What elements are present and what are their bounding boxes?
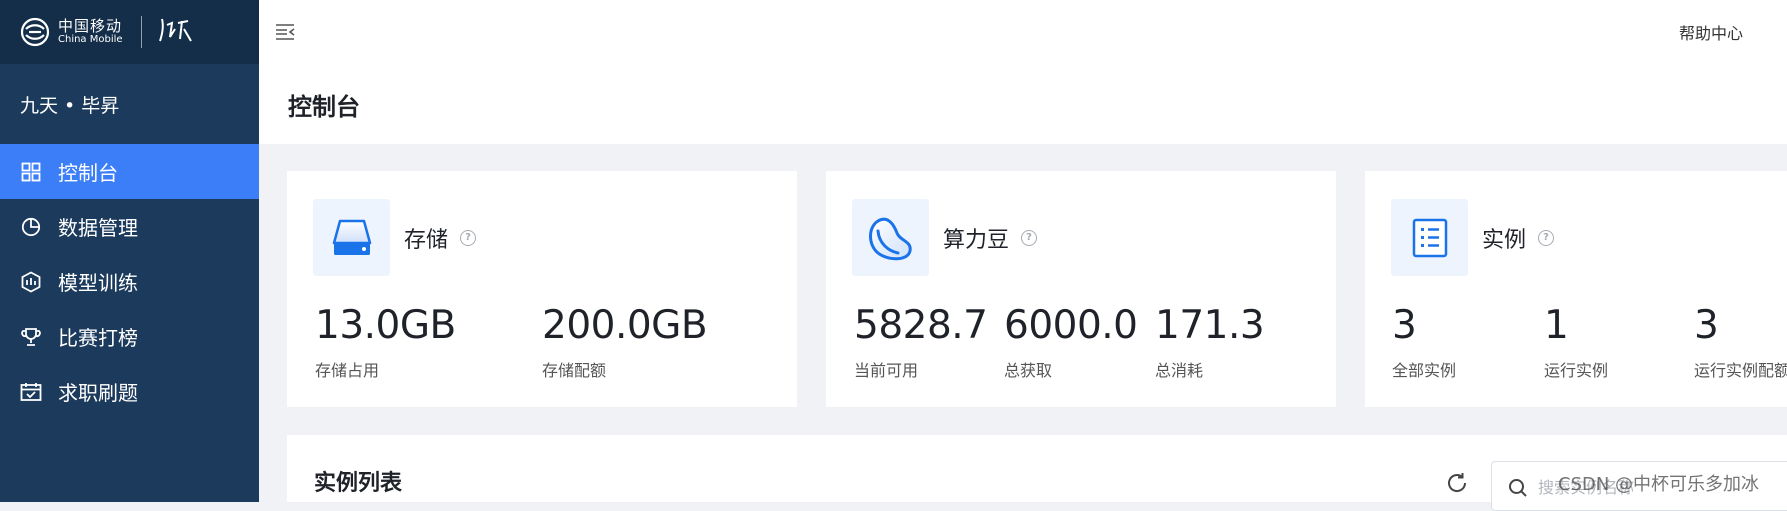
sidebar-item-label: 控制台 [58, 161, 118, 185]
top-header: 帮助中心 [259, 0, 1787, 64]
card-title: 算力豆 [943, 227, 1010, 253]
metric-label: 存储配额 [542, 361, 607, 380]
sidebar-item-label: 求职刷题 [58, 381, 138, 405]
model-hexagon-icon [20, 270, 42, 293]
menu-fold-icon [276, 24, 295, 40]
compute-bean-card: 算力豆 ? 5828.7 当前可用 6000.0 总获取 171.3 总消耗 [826, 171, 1336, 407]
metric-label: 运行实例 [1544, 361, 1609, 380]
storage-drive-icon [313, 199, 390, 276]
sidebar-item-console[interactable]: 控制台 [0, 144, 259, 199]
metric-value: 171.3 [1155, 303, 1265, 348]
question-mark-icon[interactable]: ? [1538, 229, 1555, 246]
sidebar-menu: 控制台 数据管理 模型训练 比赛打榜 求职刷题 [0, 144, 259, 419]
sidebar: 中国移动 China Mobile 九天 • 毕昇 控制台 数据管理 模型训练 … [0, 0, 259, 502]
storage-quota-metric: 200.0GB 存储配额 [542, 303, 708, 381]
china-mobile-emblem-icon [20, 17, 50, 47]
china-mobile-logo[interactable]: 中国移动 China Mobile [20, 17, 123, 47]
metric-value: 6000.0 [1004, 303, 1138, 348]
card-title: 存储 [404, 227, 449, 253]
total-consumed-metric: 171.3 总消耗 [1155, 303, 1265, 381]
search-icon [1509, 479, 1527, 497]
metric-value: 13.0GB [315, 303, 456, 348]
logo-bar: 中国移动 China Mobile [0, 0, 259, 64]
refresh-icon [1448, 473, 1467, 492]
all-instances-metric: 3 全部实例 [1392, 303, 1456, 381]
trophy-icon [20, 326, 42, 348]
jiutian-script-icon [158, 18, 192, 42]
card-title: 实例 [1482, 227, 1527, 253]
metric-label: 当前可用 [854, 361, 919, 380]
sidebar-item-competition[interactable]: 比赛打榜 [0, 309, 259, 364]
sidebar-item-label: 数据管理 [58, 216, 138, 240]
logo-en-text: China Mobile [58, 33, 123, 45]
storage-used-metric: 13.0GB 存储占用 [315, 303, 456, 381]
metric-label: 全部实例 [1392, 361, 1457, 380]
calendar-check-icon [20, 381, 42, 403]
question-mark-icon[interactable]: ? [1021, 229, 1038, 246]
help-center-link[interactable]: 帮助中心 [1679, 20, 1743, 44]
csdn-watermark: CSDN @中杯可乐多加冰 [1558, 474, 1760, 495]
storage-card: 存储 ? 13.0GB 存储占用 200.0GB 存储配额 [287, 171, 797, 407]
question-mark-icon[interactable]: ? [460, 229, 477, 246]
metric-value: 1 [1544, 303, 1569, 348]
logo-divider [140, 16, 142, 48]
sidebar-item-label: 比赛打榜 [58, 326, 138, 350]
metric-label: 运行实例配额 [1694, 361, 1787, 380]
refresh-button[interactable] [1445, 471, 1469, 495]
project-name[interactable]: 九天 • 毕昇 [0, 64, 259, 144]
metric-value: 3 [1392, 303, 1417, 348]
page-title-bar: 控制台 [259, 64, 1787, 144]
pie-chart-icon [20, 216, 42, 238]
metric-value: 3 [1694, 303, 1719, 348]
sidebar-item-label: 模型训练 [58, 271, 138, 295]
sidebar-item-data-management[interactable]: 数据管理 [0, 199, 259, 254]
jiutian-brand-logo [158, 15, 194, 50]
metric-value: 200.0GB [542, 303, 708, 348]
metric-label: 总获取 [1004, 361, 1053, 380]
bean-icon [852, 199, 929, 276]
instance-card: 实例 ? 3 全部实例 1 运行实例 3 运行实例配额 [1365, 171, 1787, 407]
total-obtained-metric: 6000.0 总获取 [1004, 303, 1138, 381]
page-title: 控制台 [288, 92, 360, 121]
metric-label: 总消耗 [1155, 361, 1204, 380]
sidebar-toggle-button[interactable] [273, 20, 297, 44]
sidebar-item-model-training[interactable]: 模型训练 [0, 254, 259, 309]
available-metric: 5828.7 当前可用 [854, 303, 988, 381]
sidebar-item-job-practice[interactable]: 求职刷题 [0, 364, 259, 419]
dashboard-grid-icon [20, 161, 42, 183]
instance-list-icon [1391, 199, 1468, 276]
instance-list-title: 实例列表 [314, 471, 403, 496]
metric-value: 5828.7 [854, 303, 988, 348]
running-quota-metric: 3 运行实例配额 [1694, 303, 1787, 381]
running-instances-metric: 1 运行实例 [1544, 303, 1608, 381]
metric-label: 存储占用 [315, 361, 380, 380]
logo-zh-text: 中国移动 [58, 16, 123, 35]
